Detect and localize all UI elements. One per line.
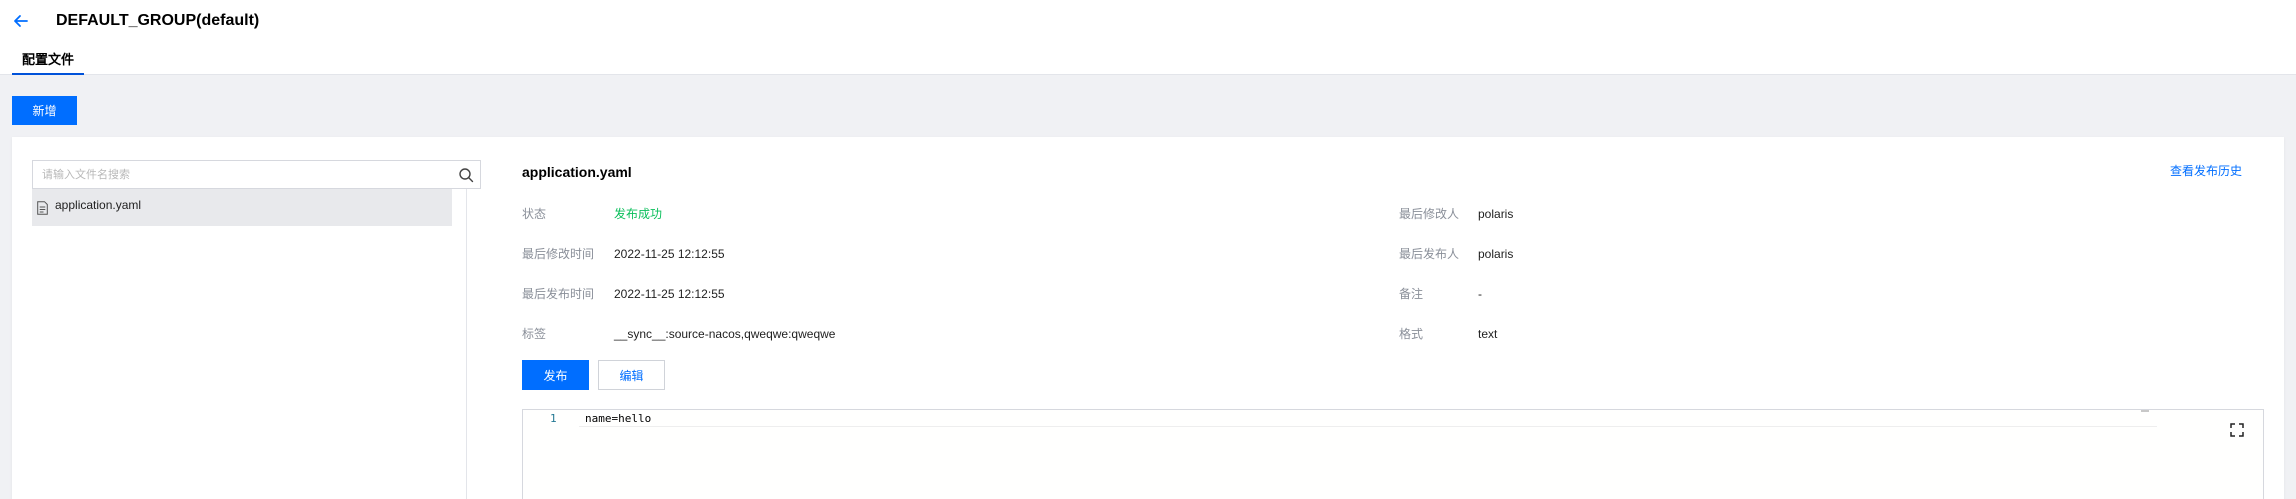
- published-time-label: 最后发布时间: [522, 287, 595, 301]
- remark-label: 备注: [1399, 287, 1424, 301]
- publish-button[interactable]: 发布: [522, 360, 589, 390]
- fullscreen-icon[interactable]: [2230, 423, 2244, 437]
- add-button[interactable]: 新增: [12, 96, 77, 125]
- config-panel: application.yaml application.yaml 查看发布历史…: [12, 137, 2284, 499]
- published-by-label: 最后发布人: [1399, 247, 1460, 261]
- code-line[interactable]: name=hello: [585, 412, 651, 426]
- list-divider: [466, 189, 467, 499]
- file-name: application.yaml: [55, 198, 142, 212]
- status-value: 发布成功: [614, 207, 663, 221]
- remark-value: -: [1478, 287, 1482, 301]
- code-editor[interactable]: 1 name=hello: [522, 409, 2264, 499]
- edit-button[interactable]: 编辑: [598, 360, 665, 390]
- tags-value: __sync__:source-nacos,qweqwe:qweqwe: [614, 327, 836, 341]
- search-box: [32, 160, 481, 189]
- status-label: 状态: [522, 207, 547, 221]
- published-by-value: polaris: [1478, 247, 1514, 261]
- arrow-left-icon[interactable]: [12, 12, 30, 30]
- published-time-value: 2022-11-25 12:12:55: [614, 287, 725, 301]
- search-icon[interactable]: [458, 167, 474, 183]
- current-line-highlight: [579, 410, 2157, 427]
- scrollbar-marker[interactable]: [2141, 410, 2149, 412]
- tags-label: 标签: [522, 327, 547, 341]
- detail-title: application.yaml: [522, 164, 632, 180]
- modified-time-value: 2022-11-25 12:12:55: [614, 247, 725, 261]
- format-label: 格式: [1399, 327, 1424, 341]
- view-publish-history-link[interactable]: 查看发布历史: [2170, 163, 2242, 179]
- modified-by-label: 最后修改人: [1399, 207, 1460, 221]
- tab-config-files[interactable]: 配置文件: [12, 50, 85, 75]
- page-title: DEFAULT_GROUP(default): [56, 12, 260, 29]
- modified-by-value: polaris: [1478, 207, 1514, 221]
- search-input[interactable]: [33, 161, 453, 188]
- line-number: 1: [550, 412, 557, 425]
- file-list-item[interactable]: application.yaml: [32, 189, 452, 226]
- page-header: DEFAULT_GROUP(default) 配置文件: [0, 0, 2296, 75]
- file-icon: [37, 201, 48, 215]
- format-value: text: [1478, 327, 1498, 341]
- modified-time-label: 最后修改时间: [522, 247, 595, 261]
